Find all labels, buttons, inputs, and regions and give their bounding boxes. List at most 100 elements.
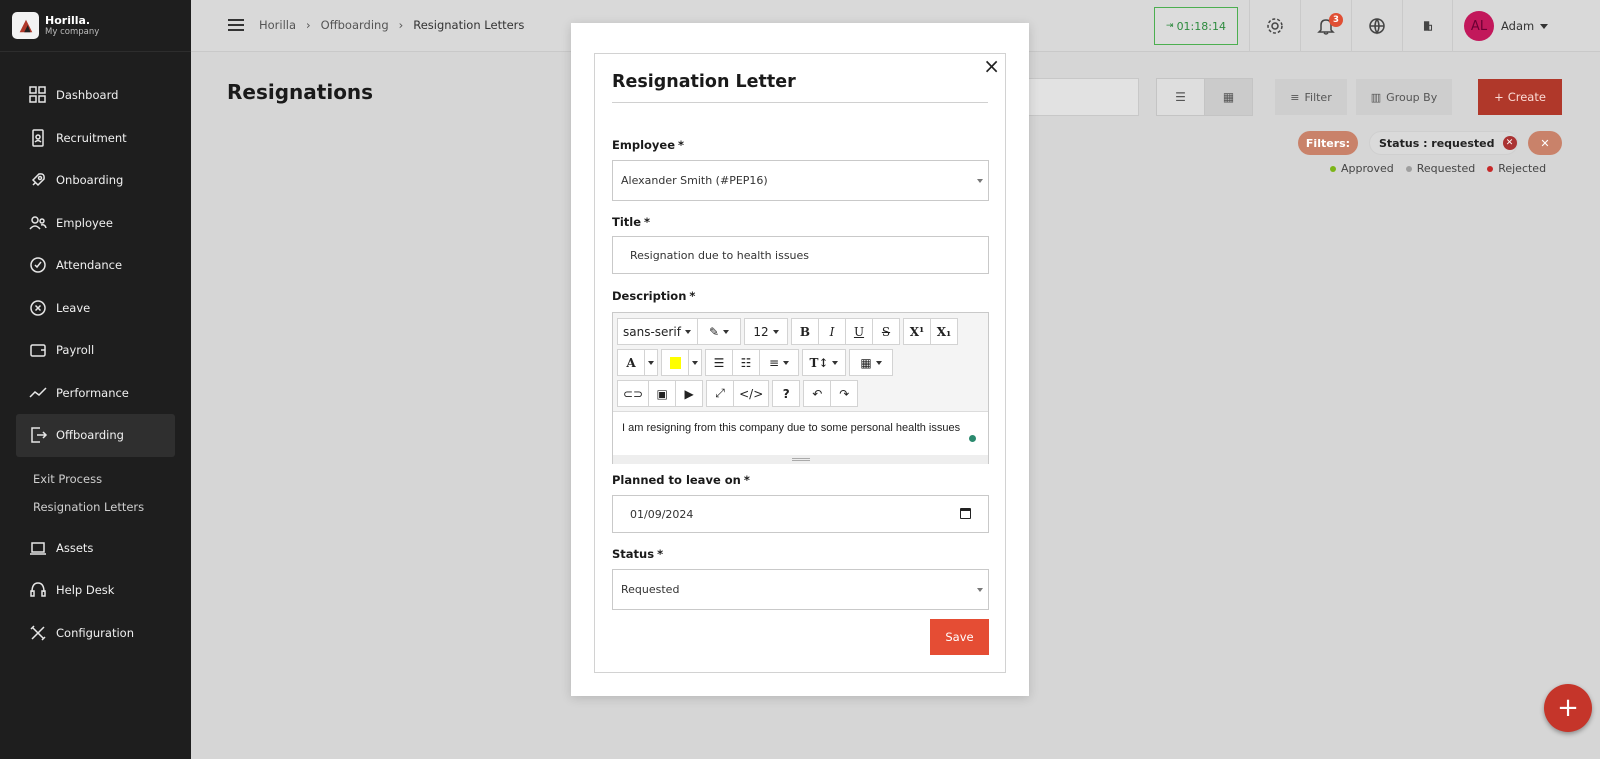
superscript-icon: X¹ (909, 324, 925, 339)
insert-video-button[interactable]: ▶ (675, 380, 704, 407)
sidebar-item-recruitment[interactable]: Recruitment (0, 117, 191, 160)
legend-rejected[interactable]: Rejected (1487, 162, 1546, 175)
clear-filters-button[interactable]: ✕ (1528, 131, 1562, 155)
status-dot-icon (1487, 166, 1494, 172)
sidebar-subitem-resignation-letters[interactable]: Resignation Letters (33, 493, 191, 521)
magic-wand-icon: ✎ (708, 324, 720, 339)
quick-add-button[interactable]: + (1544, 684, 1592, 732)
settings-button[interactable] (1249, 0, 1300, 52)
redo-icon: ↷ (839, 386, 850, 401)
chevron-down-icon (1540, 23, 1549, 29)
sidebar-subitem-exit-process[interactable]: Exit Process (33, 465, 191, 493)
sidebar-item-help-desk[interactable]: Help Desk (0, 569, 191, 612)
insert-image-button[interactable]: ▣ (648, 380, 677, 407)
legend-requested[interactable]: Requested (1405, 162, 1476, 175)
highlight-color-button[interactable] (661, 349, 689, 376)
italic-button[interactable]: I (818, 318, 846, 345)
sidebar-item-configuration[interactable]: Configuration (0, 612, 191, 655)
help-button[interactable]: ? (772, 380, 801, 407)
user-menu[interactable]: AL Adam (1464, 11, 1549, 41)
sidebar-item-attendance[interactable]: Attendance (0, 244, 191, 287)
brand[interactable]: Horilla. My company (0, 0, 191, 52)
notifications-button[interactable]: 3 (1300, 0, 1351, 52)
code-view-button[interactable]: </> (733, 380, 770, 407)
status-dot-icon (1405, 166, 1412, 172)
editor-text: I am resigning from this company due to … (622, 422, 961, 434)
grid-view-button[interactable]: ▦ (1204, 78, 1253, 116)
undo-icon: ↶ (812, 386, 823, 401)
active-filter-label: Status : requested (1379, 136, 1495, 150)
company-switch-button[interactable] (1402, 0, 1453, 52)
fullscreen-icon: ⤢ (715, 386, 725, 400)
sidebar-item-assets[interactable]: Assets (0, 527, 191, 570)
breadcrumb-offboarding[interactable]: Offboarding (321, 18, 389, 32)
group-icon: ▥ (1370, 90, 1382, 104)
title-input[interactable]: Resignation due to health issues (612, 236, 989, 274)
check-in-timer[interactable]: ⇥ 01:18:14 (1154, 7, 1238, 45)
create-button-label: Create (1507, 90, 1546, 104)
chevron-down-icon (723, 329, 730, 334)
sidebar-item-leave[interactable]: Leave (0, 287, 191, 330)
legend-label: Requested (1416, 162, 1476, 175)
create-button[interactable]: + Create (1478, 79, 1562, 115)
exit-icon (31, 427, 48, 443)
rocket-icon (31, 173, 45, 187)
status-select[interactable]: Requested (612, 569, 989, 610)
language-button[interactable] (1351, 0, 1402, 52)
table-dropdown[interactable]: ▦ (849, 349, 893, 376)
chevron-down-icon (783, 360, 790, 365)
sidebar-item-label: Employee (56, 215, 113, 230)
sidebar-item-performance[interactable]: Performance (0, 372, 191, 415)
numbered-list-button[interactable]: ☷ (732, 349, 760, 376)
grammar-check-icon[interactable] (969, 435, 976, 442)
dashboard-icon (29, 86, 46, 103)
editor-resize-handle[interactable] (613, 455, 988, 464)
close-icon[interactable]: × (983, 56, 1000, 76)
strikethrough-button[interactable]: S (872, 318, 900, 345)
list-view-button[interactable]: ☰ (1156, 78, 1205, 116)
insert-link-button[interactable]: ⊂⊃ (617, 380, 650, 407)
highlight-color-dropdown[interactable] (688, 349, 702, 376)
align-dropdown[interactable]: ≡ (759, 349, 799, 376)
remove-filter-icon[interactable]: ✕ (1502, 136, 1517, 150)
text-color-dropdown[interactable] (644, 349, 658, 376)
headset-icon (30, 582, 46, 597)
planned-date-input[interactable]: 01/09/2024 (612, 495, 989, 533)
font-size-dropdown[interactable]: 12 (744, 318, 788, 345)
filter-button[interactable]: ≡ Filter (1275, 79, 1347, 115)
employee-select[interactable]: Alexander Smith (#PEP16) (612, 160, 989, 201)
subscript-button[interactable]: X₁ (930, 318, 958, 345)
sidebar-item-payroll[interactable]: Payroll (0, 329, 191, 372)
bullet-list-button[interactable]: ☰ (705, 349, 733, 376)
line-height-dropdown[interactable]: T↕ (802, 349, 846, 376)
sidebar-item-onboarding[interactable]: Onboarding (0, 159, 191, 202)
clock-in-icon: ⇥ (1166, 21, 1174, 31)
style-dropdown[interactable]: ✎ (697, 318, 741, 345)
text-color-button[interactable]: A (617, 349, 645, 376)
redo-button[interactable]: ↷ (830, 380, 859, 407)
bold-button[interactable]: B (791, 318, 819, 345)
notification-count: 3 (1329, 13, 1343, 27)
breadcrumb-horilla[interactable]: Horilla (259, 18, 296, 32)
calendar-icon[interactable] (960, 508, 971, 519)
legend-approved[interactable]: Approved (1330, 162, 1394, 175)
superscript-button[interactable]: X¹ (903, 318, 931, 345)
undo-button[interactable]: ↶ (803, 380, 832, 407)
status-dot-icon (1330, 166, 1336, 172)
menu-toggle-icon[interactable] (228, 19, 244, 31)
editor-content[interactable]: I am resigning from this company due to … (613, 411, 988, 455)
fullscreen-button[interactable]: ⤢ (706, 380, 735, 407)
editor-toolbar-row-1: sans-serif ✎ 12 B I U S X¹ X₁ (617, 318, 958, 345)
font-family-dropdown[interactable]: sans-serif (617, 318, 698, 345)
chevron-down-icon (648, 360, 654, 365)
filter-icon: ≡ (1290, 90, 1300, 104)
sidebar-item-dashboard[interactable]: Dashboard (0, 74, 191, 117)
sidebar-item-employee[interactable]: Employee (0, 202, 191, 245)
active-filter-chip: Status : requested ✕ (1369, 131, 1518, 155)
sidebar-nav: Dashboard Recruitment Onboarding Employe… (0, 52, 191, 654)
sidebar-item-offboarding[interactable]: Offboarding (16, 414, 175, 457)
label-text: Description (612, 289, 687, 303)
save-button[interactable]: Save (930, 619, 989, 655)
underline-button[interactable]: U (845, 318, 873, 345)
group-by-button[interactable]: ▥ Group By (1356, 79, 1452, 115)
